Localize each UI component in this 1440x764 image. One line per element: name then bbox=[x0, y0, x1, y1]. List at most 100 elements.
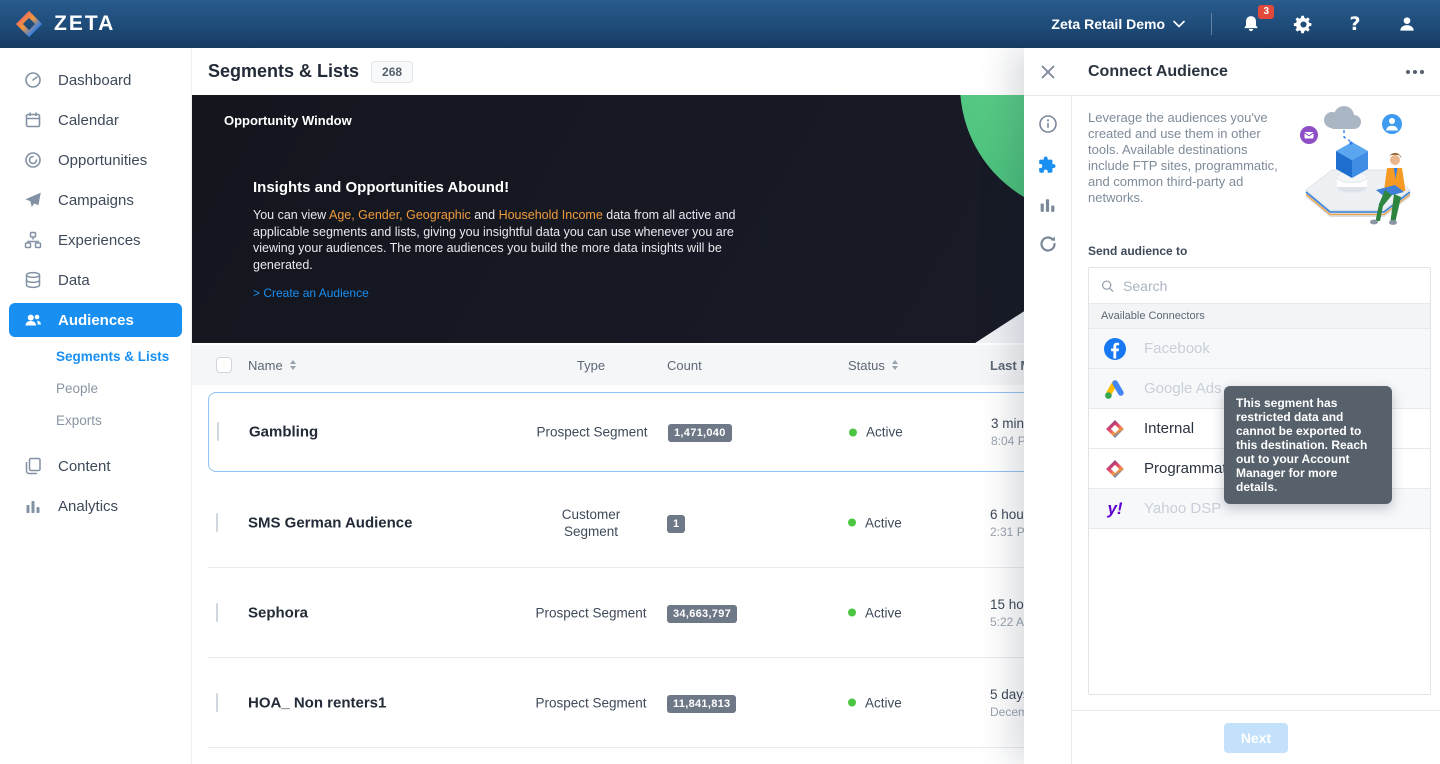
sidebar-item-label: Opportunities bbox=[58, 152, 147, 169]
sidebar: Dashboard Calendar Opportunities Campaig… bbox=[0, 48, 192, 764]
next-button[interactable]: Next bbox=[1224, 723, 1288, 753]
zeta-diamond-icon bbox=[1103, 458, 1127, 480]
segment-name[interactable]: Sephora bbox=[248, 604, 308, 621]
bar-chart-icon bbox=[24, 497, 42, 515]
segment-name[interactable]: Gambling bbox=[249, 424, 318, 441]
sidebar-item-campaigns[interactable]: Campaigns bbox=[0, 180, 191, 220]
sidebar-subitem-people[interactable]: People bbox=[0, 372, 191, 404]
segment-type: Prospect Segment bbox=[498, 694, 684, 711]
banner-eyebrow: Opportunity Window bbox=[224, 113, 352, 128]
sidebar-item-label: Campaigns bbox=[58, 192, 134, 209]
sidebar-item-opportunities[interactable]: Opportunities bbox=[0, 140, 191, 180]
column-header-count: Count bbox=[667, 345, 702, 385]
subitem-label: Segments & Lists bbox=[56, 349, 169, 364]
zeta-brand[interactable]: ZETA bbox=[14, 9, 115, 39]
highlight-demographics: Age, Gender, Geographic bbox=[329, 208, 471, 222]
sidebar-item-dashboard[interactable]: Dashboard bbox=[0, 60, 191, 100]
facebook-icon bbox=[1103, 337, 1127, 361]
segment-type: Prospect Segment bbox=[498, 604, 684, 621]
sidebar-item-analytics[interactable]: Analytics bbox=[0, 486, 191, 526]
zeta-logo-icon bbox=[14, 9, 44, 39]
sidebar-item-data[interactable]: Data bbox=[0, 260, 191, 300]
account-switcher[interactable]: Zeta Retail Demo bbox=[1051, 16, 1185, 32]
column-header-status[interactable]: Status bbox=[848, 345, 898, 385]
connector-label: Facebook bbox=[1144, 340, 1210, 357]
connect-audience-panel: Connect Audience bbox=[1024, 48, 1440, 764]
connector-facebook: Facebook bbox=[1089, 329, 1430, 369]
status-cell: Active bbox=[848, 515, 902, 530]
google-ads-icon bbox=[1103, 377, 1127, 401]
panel-header: Connect Audience bbox=[1024, 48, 1440, 96]
connector-label: Yahoo DSP bbox=[1144, 500, 1221, 517]
sidebar-item-label: Dashboard bbox=[58, 72, 131, 89]
search-input[interactable] bbox=[1123, 278, 1418, 294]
segment-type: Prospect Segment bbox=[499, 424, 685, 441]
sidebar-item-calendar[interactable]: Calendar bbox=[0, 100, 191, 140]
help-icon: ? bbox=[1349, 13, 1360, 35]
row-checkbox[interactable] bbox=[216, 693, 218, 712]
page-title: Segments & Lists bbox=[208, 61, 359, 82]
profile-button[interactable] bbox=[1394, 11, 1420, 37]
connector-label: Internal bbox=[1144, 420, 1194, 437]
top-navbar: ZETA Zeta Retail Demo 3 ? bbox=[0, 0, 1440, 48]
select-all-checkbox[interactable] bbox=[216, 357, 232, 373]
banner-title: Insights and Opportunities Abound! bbox=[253, 179, 773, 196]
row-checkbox[interactable] bbox=[216, 513, 218, 532]
count-badge: 34,663,797 bbox=[667, 605, 737, 623]
send-audience-label: Send audience to bbox=[1088, 244, 1431, 258]
chevron-down-icon bbox=[1173, 20, 1185, 28]
tab-sync[interactable] bbox=[1024, 224, 1072, 264]
search-icon bbox=[1101, 279, 1114, 293]
yahoo-icon: y! bbox=[1103, 499, 1127, 519]
sidebar-item-experiences[interactable]: Experiences bbox=[0, 220, 191, 260]
count-badge: 1,471,040 bbox=[668, 424, 732, 442]
more-options-button[interactable] bbox=[1406, 70, 1424, 74]
account-name: Zeta Retail Demo bbox=[1051, 16, 1165, 32]
column-header-name[interactable]: Name bbox=[248, 345, 296, 385]
status-dot bbox=[848, 699, 856, 707]
sidebar-item-label: Data bbox=[58, 272, 90, 289]
dashboard-icon bbox=[24, 71, 42, 89]
row-checkbox[interactable] bbox=[217, 422, 219, 441]
sidebar-item-audiences[interactable]: Audiences bbox=[9, 303, 182, 337]
pages-icon bbox=[24, 457, 42, 475]
close-button[interactable] bbox=[1024, 48, 1072, 96]
puzzle-icon bbox=[1037, 154, 1058, 175]
zeta-diamond-icon bbox=[1103, 418, 1127, 440]
notification-badge: 3 bbox=[1258, 5, 1274, 19]
segments-count-badge: 268 bbox=[371, 61, 413, 83]
user-icon bbox=[1397, 14, 1417, 34]
create-audience-link[interactable]: > Create an Audience bbox=[253, 286, 369, 300]
row-checkbox[interactable] bbox=[216, 603, 218, 622]
segment-type: Customer Segment bbox=[538, 506, 644, 540]
notifications-button[interactable]: 3 bbox=[1238, 11, 1264, 37]
opportunities-icon bbox=[24, 151, 42, 169]
column-header-type: Type bbox=[498, 345, 684, 385]
status-cell: Active bbox=[848, 605, 902, 620]
panel-title: Connect Audience bbox=[1088, 63, 1228, 81]
tab-info[interactable] bbox=[1024, 104, 1072, 144]
sidebar-subitem-segments-lists[interactable]: Segments & Lists bbox=[0, 340, 191, 372]
close-icon bbox=[1040, 64, 1056, 80]
sidebar-subitem-exports[interactable]: Exports bbox=[0, 404, 191, 436]
status-label: Active bbox=[865, 515, 902, 530]
help-button[interactable]: ? bbox=[1342, 11, 1368, 37]
segment-name[interactable]: HOA_ Non renters1 bbox=[248, 694, 386, 711]
status-cell: Active bbox=[848, 695, 902, 710]
sidebar-item-content[interactable]: Content bbox=[0, 446, 191, 486]
sync-icon bbox=[1038, 234, 1058, 254]
tab-analytics[interactable] bbox=[1024, 184, 1072, 224]
segment-name[interactable]: SMS German Audience bbox=[248, 514, 413, 531]
settings-button[interactable] bbox=[1290, 11, 1316, 37]
connector-search[interactable] bbox=[1089, 268, 1430, 304]
sidebar-item-label: Calendar bbox=[58, 112, 119, 129]
sort-icon bbox=[892, 360, 898, 370]
tab-connectors[interactable] bbox=[1024, 144, 1072, 184]
subitem-label: Exports bbox=[56, 413, 102, 428]
paper-plane-icon bbox=[24, 191, 42, 209]
info-icon bbox=[1038, 114, 1058, 134]
sidebar-item-label: Audiences bbox=[58, 312, 134, 329]
connect-illustration bbox=[1296, 104, 1431, 232]
subitem-label: People bbox=[56, 381, 98, 396]
restricted-data-tooltip: This segment has restricted data and can… bbox=[1224, 386, 1392, 504]
